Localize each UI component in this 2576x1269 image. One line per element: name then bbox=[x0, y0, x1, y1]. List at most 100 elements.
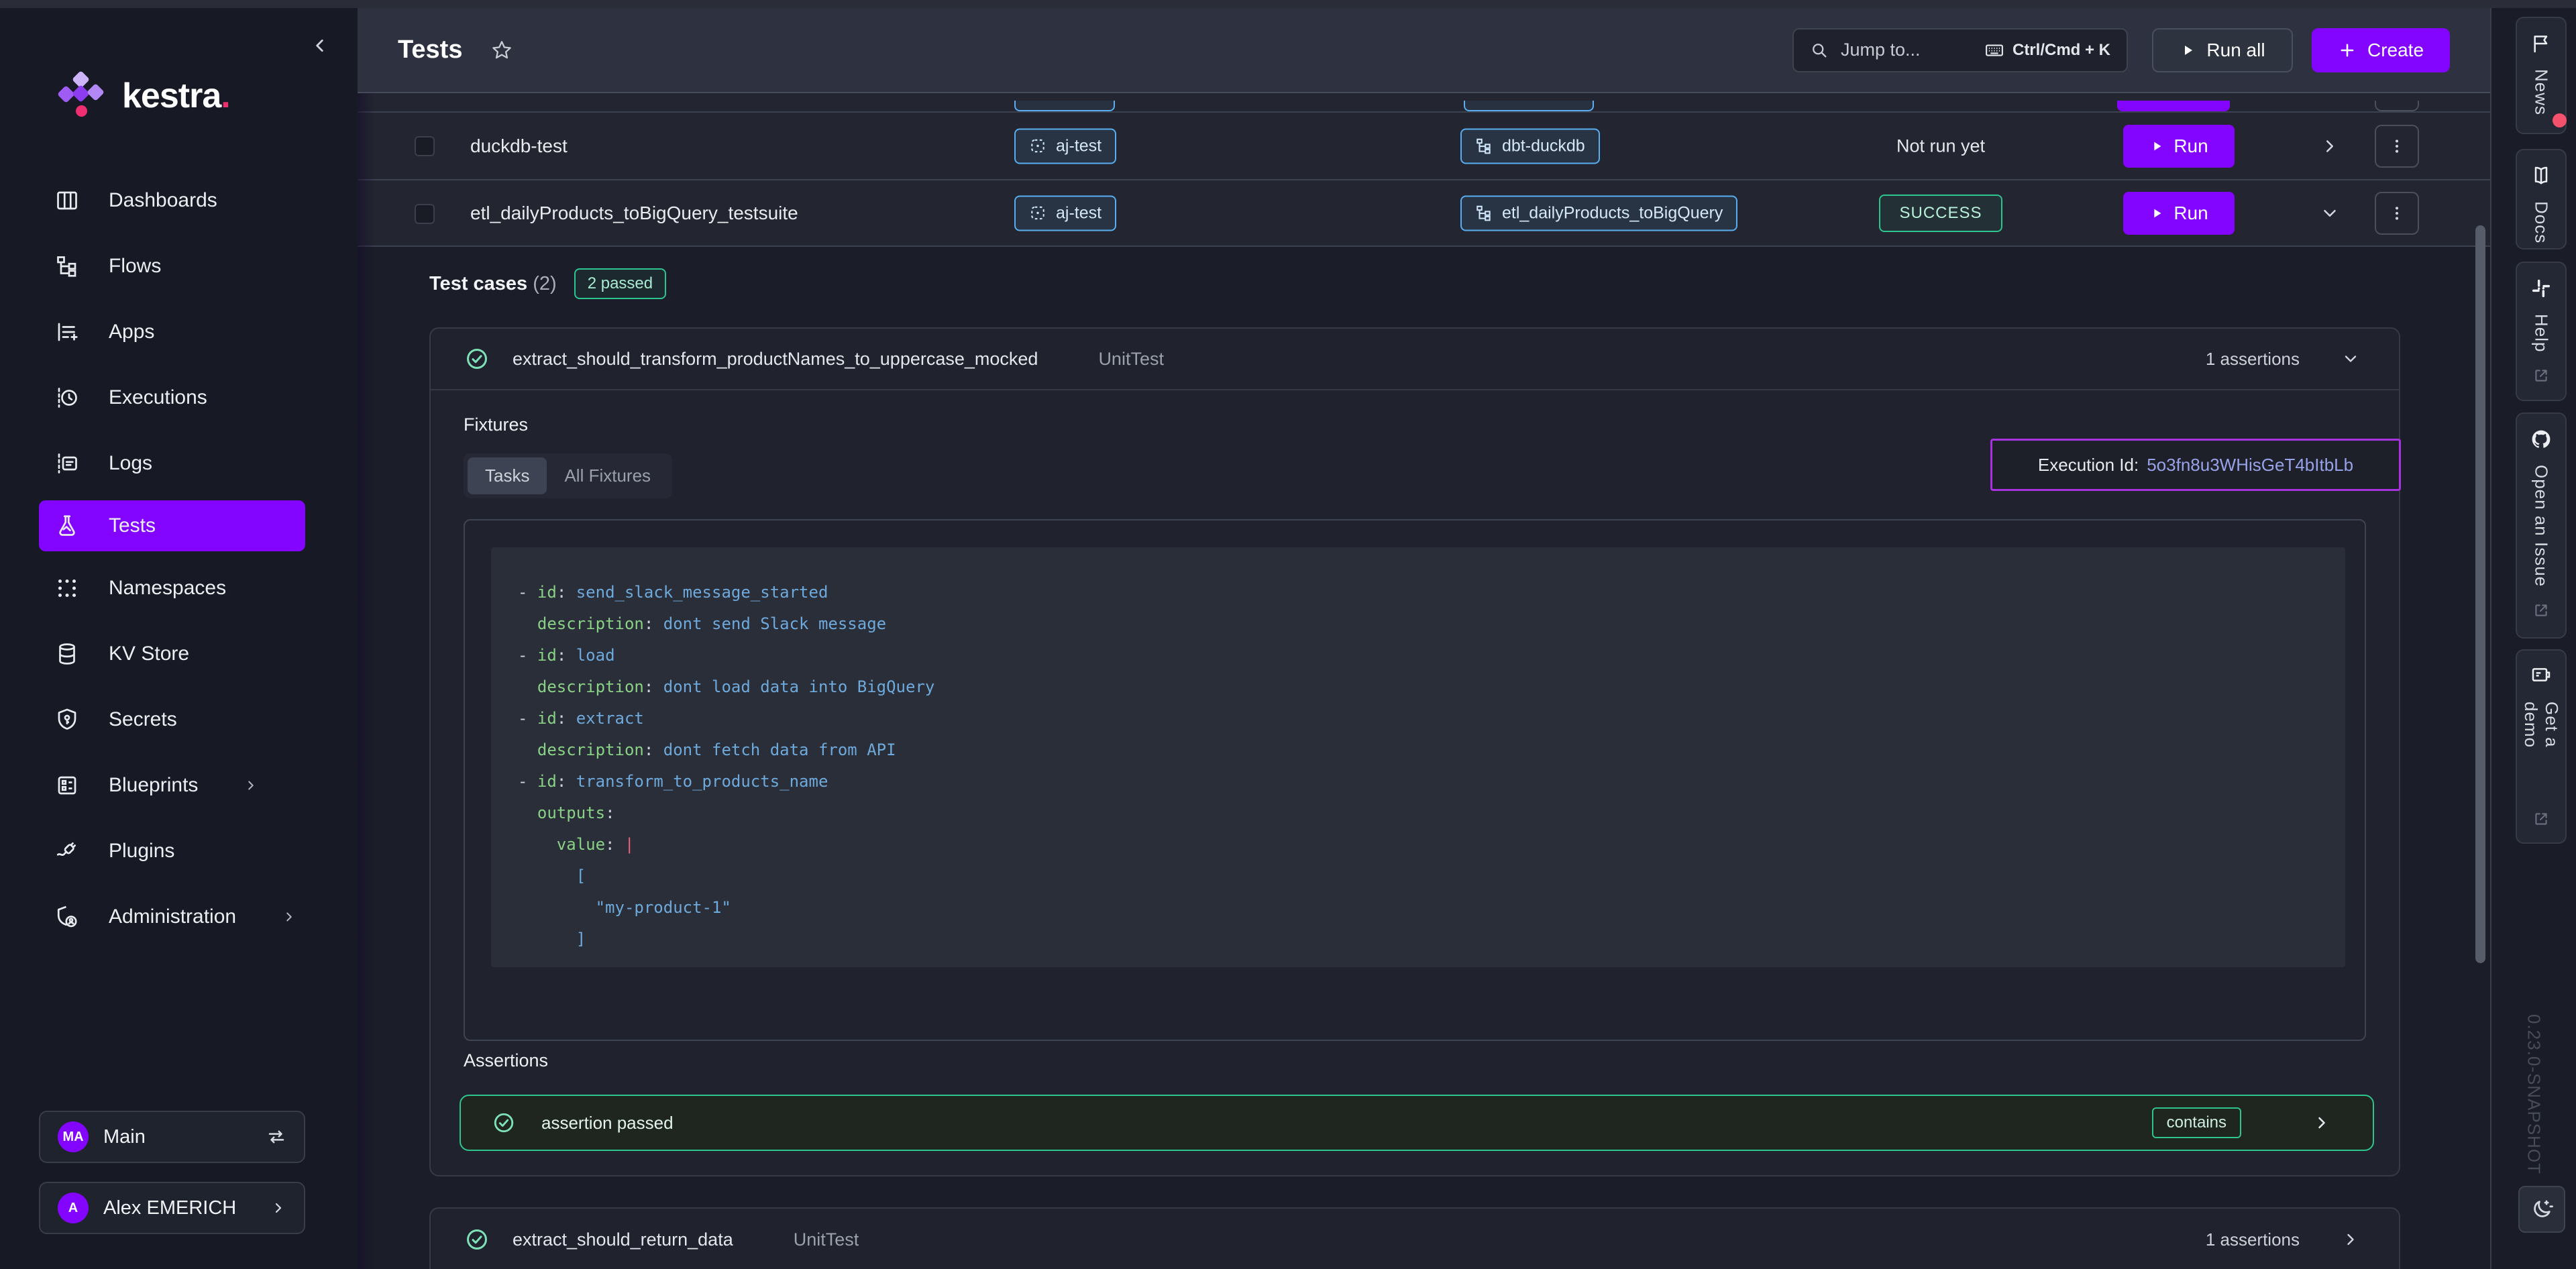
sidebar-item-flows[interactable]: Flows bbox=[0, 233, 358, 299]
open-issue-label: Open an Issue bbox=[2531, 465, 2552, 587]
book-icon bbox=[2530, 165, 2552, 186]
power-plug-icon bbox=[55, 839, 79, 863]
namespace-badge[interactable]: aj-test bbox=[1014, 195, 1116, 231]
namespace-badge-partial bbox=[1014, 101, 1115, 111]
execution-id-label: Execution Id: bbox=[2038, 455, 2139, 476]
user-name: Alex EMERICH bbox=[103, 1197, 256, 1219]
sidebar-item-executions[interactable]: Executions bbox=[0, 365, 358, 431]
sidebar-item-secrets[interactable]: Secrets bbox=[0, 687, 358, 753]
sidebar-item-tests[interactable]: Tests bbox=[39, 500, 305, 551]
execution-id-link[interactable]: 5o3fn8u3WHisGeT4bItbLb bbox=[2147, 455, 2353, 476]
page-title: Tests bbox=[398, 36, 462, 64]
sidebar-item-namespaces[interactable]: Namespaces bbox=[0, 555, 358, 621]
create-button[interactable]: Create bbox=[2312, 28, 2450, 72]
fixtures-tabs: Tasks All Fixtures bbox=[464, 453, 672, 498]
tab-all-fixtures[interactable]: All Fixtures bbox=[547, 457, 668, 494]
kestra-logo[interactable]: kestra. bbox=[58, 72, 230, 119]
status-badge: SUCCESS bbox=[1879, 195, 2002, 232]
get-demo-label: Get a demo bbox=[2520, 702, 2562, 795]
sidebar-item-plugins[interactable]: Plugins bbox=[0, 818, 358, 884]
swap-horizontal-icon bbox=[266, 1127, 286, 1147]
chevron-left-icon bbox=[311, 37, 329, 54]
kestra-app: kestra. Dashboards Flows Apps Executions bbox=[0, 0, 2576, 1269]
window-top-strip bbox=[0, 0, 2576, 8]
table-row: etl_dailyProducts_toBigQuery_testsuite a… bbox=[358, 179, 2490, 247]
test-name[interactable]: duckdb-test bbox=[470, 135, 568, 157]
docs-label: Docs bbox=[2531, 201, 2552, 243]
shield-account-icon bbox=[55, 905, 79, 929]
chevron-right-icon bbox=[270, 1200, 286, 1216]
flow-icon bbox=[1475, 137, 1493, 155]
slack-icon bbox=[2530, 278, 2552, 299]
flow-badge[interactable]: etl_dailyProducts_toBigQuery bbox=[1460, 195, 1737, 231]
sidebar-item-kv-store[interactable]: KV Store bbox=[0, 621, 358, 687]
version-label: 0.23.0-SNAPSHOT bbox=[2524, 1014, 2544, 1174]
sitemap-icon bbox=[55, 254, 79, 278]
row-checkbox[interactable] bbox=[415, 136, 435, 156]
test-case-header[interactable]: extract_should_transform_productNames_to… bbox=[431, 329, 2399, 390]
docs-button[interactable]: Docs bbox=[2516, 149, 2567, 250]
jump-to-search[interactable]: Ctrl/Cmd + K bbox=[1792, 28, 2128, 72]
dots-grid-icon bbox=[55, 576, 79, 600]
vertical-scrollbar[interactable] bbox=[2475, 225, 2485, 963]
help-button[interactable]: Help bbox=[2516, 262, 2567, 401]
search-input[interactable] bbox=[1841, 40, 1968, 60]
theme-toggle-button[interactable] bbox=[2518, 1186, 2565, 1233]
chevron-right-icon[interactable] bbox=[2312, 1113, 2331, 1132]
flow-badge[interactable]: dbt-duckdb bbox=[1460, 128, 1600, 164]
test-case-header[interactable]: extract_should_return_data UnitTest 1 as… bbox=[431, 1209, 2399, 1269]
chevron-right-icon[interactable] bbox=[2341, 1230, 2360, 1249]
run-button[interactable]: Run bbox=[2123, 192, 2235, 235]
timeline-clock-icon bbox=[55, 386, 79, 410]
test-cases-heading: Test cases (2) 2 passed bbox=[429, 268, 666, 299]
yaml-code[interactable]: - id: send_slack_message_started descrip… bbox=[491, 547, 2345, 967]
sidebar-item-logs[interactable]: Logs bbox=[0, 431, 358, 496]
message-log-icon bbox=[55, 451, 79, 476]
sidebar-item-label: Blueprints bbox=[109, 774, 198, 797]
assertion-row[interactable]: assertion passed contains bbox=[460, 1095, 2374, 1151]
test-cases-title: Test cases bbox=[429, 273, 527, 294]
get-demo-button[interactable]: Get a demo bbox=[2516, 649, 2567, 844]
chevron-down-icon[interactable] bbox=[2341, 349, 2360, 368]
namespace-icon bbox=[1029, 205, 1046, 222]
kebab-menu-partial bbox=[2375, 101, 2419, 111]
kestra-wordmark: kestra. bbox=[122, 76, 230, 116]
table-row: duckdb-test aj-test dbt-duckdb Not run y… bbox=[358, 111, 2490, 179]
sidebar-item-dashboards[interactable]: Dashboards bbox=[0, 168, 358, 233]
namespace-badge[interactable]: aj-test bbox=[1014, 128, 1116, 164]
tab-tasks[interactable]: Tasks bbox=[468, 457, 547, 494]
news-label: News bbox=[2531, 69, 2552, 115]
workspace-switcher[interactable]: MA Main bbox=[39, 1111, 305, 1163]
execution-id-box: Execution Id: 5o3fn8u3WHisGeT4bItbLb bbox=[1990, 439, 2401, 491]
table-row-partial bbox=[358, 93, 2490, 111]
open-issue-button[interactable]: Open an Issue bbox=[2516, 412, 2567, 639]
flow-badge-partial bbox=[1464, 101, 1594, 111]
database-icon bbox=[55, 642, 79, 666]
sidebar-item-label: Apps bbox=[109, 321, 154, 343]
run-button-partial bbox=[2117, 101, 2230, 111]
test-name[interactable]: etl_dailyProducts_toBigQuery_testsuite bbox=[470, 203, 798, 224]
user-menu[interactable]: A Alex EMERICH bbox=[39, 1182, 305, 1234]
kebab-menu-button[interactable] bbox=[2375, 125, 2419, 168]
sidebar-item-label: KV Store bbox=[109, 643, 189, 665]
sidebar-item-apps[interactable]: Apps bbox=[0, 299, 358, 365]
sidebar-nav: Dashboards Flows Apps Executions Logs Te… bbox=[0, 168, 358, 950]
star-favorite-icon[interactable] bbox=[490, 39, 513, 62]
collapse-chevron-down-icon[interactable] bbox=[2315, 199, 2345, 228]
sidebar-item-label: Administration bbox=[109, 905, 236, 928]
sidebar-item-blueprints[interactable]: Blueprints bbox=[0, 753, 358, 818]
run-all-button[interactable]: Run all bbox=[2152, 28, 2293, 72]
flow-icon bbox=[1475, 205, 1493, 222]
expand-chevron-right-icon[interactable] bbox=[2315, 131, 2345, 161]
sidebar-collapse-button[interactable] bbox=[307, 32, 333, 59]
keyboard-icon bbox=[1984, 40, 2004, 60]
sidebar-item-label: Tests bbox=[109, 514, 156, 537]
assertion-text: assertion passed bbox=[541, 1113, 674, 1134]
sidebar-item-administration[interactable]: Administration bbox=[0, 884, 358, 950]
kebab-menu-button[interactable] bbox=[2375, 192, 2419, 235]
sidebar-item-label: Logs bbox=[109, 452, 152, 475]
run-button[interactable]: Run bbox=[2123, 125, 2235, 168]
news-button[interactable]: News bbox=[2516, 17, 2567, 134]
flag-icon bbox=[2530, 33, 2552, 54]
row-checkbox[interactable] bbox=[415, 204, 435, 224]
